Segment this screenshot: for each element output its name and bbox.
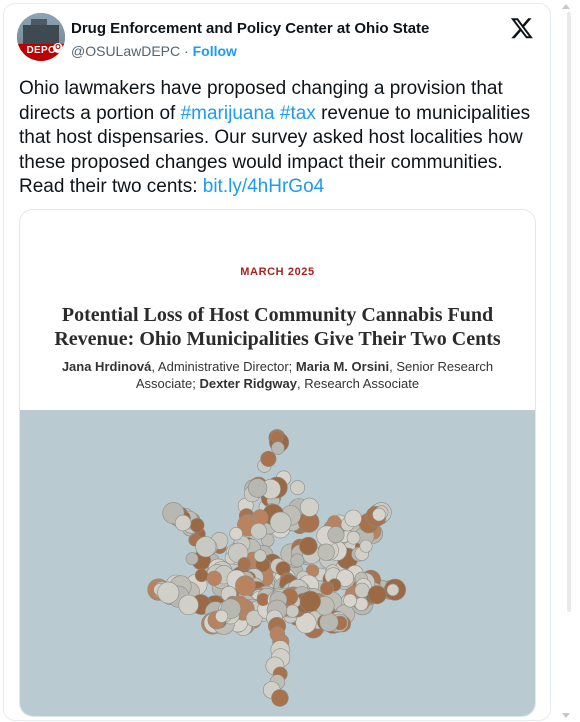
author-name: Jana Hrdinová <box>61 359 152 374</box>
scrollbar-thumb[interactable] <box>567 12 571 612</box>
account-handle[interactable]: @OSULawDEPC <box>71 43 180 59</box>
hashtag-marijuana[interactable]: #marijuana <box>181 103 275 124</box>
author-name: Maria M. Orsini <box>295 359 390 374</box>
tweet-text: Ohio lawmakers have proposed changing a … <box>19 77 539 200</box>
hashtag-tax[interactable]: #tax <box>280 103 316 124</box>
avatar[interactable]: DEPC O <box>17 13 65 61</box>
author-role: , Administrative Director; <box>151 359 296 374</box>
author-role: , Research Associate <box>297 376 420 391</box>
scroll-down-icon[interactable] <box>562 713 570 718</box>
handle-row: @OSULawDEPC · Follow <box>71 43 237 59</box>
avatar-osu-mark: O <box>53 43 63 53</box>
tweet-link[interactable]: bit.ly/4hHrGo4 <box>203 176 324 197</box>
x-logo-icon[interactable] <box>510 16 534 40</box>
account-name[interactable]: Drug Enforcement and Policy Center at Oh… <box>71 20 429 37</box>
scroll-up-icon[interactable] <box>562 4 570 9</box>
report-title: Potential Loss of Host Community Cannabi… <box>54 304 501 350</box>
handle-separator: · <box>180 43 193 59</box>
scrollbar[interactable] <box>554 0 580 722</box>
cover-photo <box>20 410 535 716</box>
follow-button[interactable]: Follow <box>193 43 237 59</box>
media-card[interactable]: MARCH 2025 Potential Loss of Host Commun… <box>19 209 536 717</box>
report-authors: Jana Hrdinová, Administrative Director; … <box>60 358 495 392</box>
cannabis-leaf-coins-image <box>147 429 407 707</box>
author-name: Dexter Ridgway <box>199 376 297 391</box>
report-date: MARCH 2025 <box>240 266 315 278</box>
